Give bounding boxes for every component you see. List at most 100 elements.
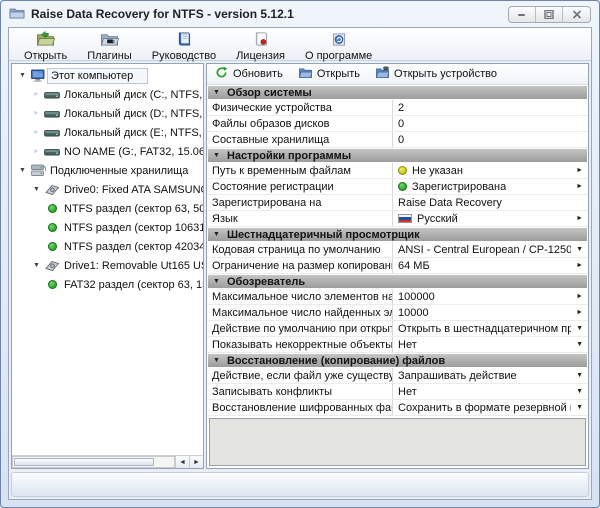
- chevron-down-icon[interactable]: ▼: [30, 256, 43, 275]
- chevron-down-icon[interactable]: ▼: [576, 325, 583, 332]
- property-value: 10000 ►: [398, 306, 583, 319]
- refresh-icon: [215, 66, 228, 82]
- tree-item-drive1[interactable]: ▼ Drive1: Removable Ut165 USB USB2FlashS…: [12, 256, 203, 275]
- client-area: Открыть Плагины Руководство Лицензия О п…: [8, 27, 592, 500]
- chevron-right-icon[interactable]: ►: [30, 123, 43, 142]
- main-toolbar: Открыть Плагины Руководство Лицензия О п…: [9, 28, 591, 62]
- refresh-button[interactable]: Обновить: [215, 66, 283, 82]
- chevron-down-icon[interactable]: ▼: [576, 372, 583, 379]
- scroll-right-button[interactable]: ►: [189, 456, 203, 468]
- main-area: ▼ Этот компьютер ► Локальный диск (C:, N…: [9, 61, 591, 471]
- title-bar[interactable]: Raise Data Recovery for NTFS - version 5…: [1, 1, 599, 27]
- horizontal-scrollbar[interactable]: ◄ ►: [12, 455, 203, 468]
- property-label: Максимальное число элементов на странице: [207, 289, 393, 304]
- scrollbar-track[interactable]: [12, 456, 175, 468]
- chevron-down-icon[interactable]: ▼: [576, 341, 583, 348]
- tree-item-no-name[interactable]: ► NO NAME (G:, FAT32, 15.06ГБ): [12, 142, 203, 161]
- scrollbar-thumb[interactable]: [14, 458, 155, 466]
- section-header-system-overview[interactable]: ▼ Обзор системы: [208, 86, 587, 99]
- minimize-button[interactable]: [509, 6, 536, 22]
- property-row-temp-files-path[interactable]: Путь к временным файлам Не указан ►: [207, 163, 588, 179]
- tree-item-fat32-partition[interactable]: FAT32 раздел (сектор 63, 15.06ГБ): [12, 275, 203, 294]
- hard-disk-icon: [43, 259, 61, 272]
- tree-item-disk-c[interactable]: ► Локальный диск (C:, NTFS, 50.69ГБ): [12, 85, 203, 104]
- property-row-disk-image-files[interactable]: Файлы образов дисков 0: [207, 116, 588, 132]
- green-partition-bullet: [48, 223, 57, 232]
- green-partition-bullet: [48, 242, 57, 251]
- property-value: 0: [398, 117, 405, 130]
- about-button[interactable]: О программе: [298, 29, 379, 62]
- chevron-down-icon: ▼: [213, 357, 220, 364]
- section-header-explorer[interactable]: ▼ Обозреватель: [208, 275, 587, 288]
- property-row-file-exists-action[interactable]: Действие, если файл уже существует Запра…: [207, 368, 588, 384]
- property-grid: ▼ Обзор системы Физические устройства 2 …: [207, 85, 588, 416]
- property-row-default-codepage[interactable]: Кодовая страница по умолчанию ANSI - Cen…: [207, 242, 588, 258]
- chevron-right-icon[interactable]: ►: [30, 85, 43, 104]
- property-row-max-found-items[interactable]: Максимальное число найденных элементов в…: [207, 305, 588, 321]
- chevron-right-icon[interactable]: ►: [576, 262, 583, 269]
- tree-item-connected-storages[interactable]: ▼ Подключенные хранилища: [12, 161, 203, 180]
- tree-item-ntfs-partition-1[interactable]: NTFS раздел (сектор 63, 50.69ГБ): [12, 199, 203, 218]
- property-row-show-invalid-objects[interactable]: Показывать некорректные объекты Нет ▼: [207, 337, 588, 353]
- chevron-down-icon[interactable]: ▼: [16, 66, 29, 85]
- scroll-left-button[interactable]: ◄: [175, 456, 189, 468]
- tree-item-disk-e[interactable]: ► Локальный диск (E:, NTFS, 97.65ГБ): [12, 123, 203, 142]
- property-value: 100000 ►: [398, 290, 583, 303]
- property-label: Восстановление шифрованных файлов на NTF…: [207, 400, 393, 415]
- close-button[interactable]: [563, 7, 590, 22]
- property-label: Показывать некорректные объекты: [207, 337, 393, 352]
- property-row-copy-size-limit[interactable]: Ограничение на размер копирования 64 МБ …: [207, 258, 588, 274]
- section-title: Шестнадцатеричный просмотрщик: [226, 228, 420, 241]
- russian-flag-icon: [398, 214, 412, 223]
- section-header-hex-viewer[interactable]: ▼ Шестнадцатеричный просмотрщик: [208, 228, 587, 241]
- license-book-icon: [251, 31, 271, 51]
- tree-item-this-computer[interactable]: ▼ Этот компьютер: [12, 66, 203, 85]
- maximize-button[interactable]: [536, 6, 563, 22]
- section-header-program-settings[interactable]: ▼ Настройки программы: [208, 149, 587, 162]
- open-device-button[interactable]: Открыть устройство: [376, 66, 497, 82]
- property-row-registration-state[interactable]: Состояние регистрации Зарегистрирована ►: [207, 179, 588, 195]
- manual-book-icon: [174, 31, 194, 51]
- chevron-right-icon[interactable]: ►: [30, 142, 43, 161]
- property-row-language[interactable]: Язык Русский ►: [207, 211, 588, 227]
- property-label: Ограничение на размер копирования: [207, 258, 393, 273]
- open-button[interactable]: Открыть: [17, 29, 74, 62]
- property-label: Действие, если файл уже существует: [207, 368, 393, 383]
- chevron-right-icon[interactable]: ►: [576, 293, 583, 300]
- property-row-max-items-per-page[interactable]: Максимальное число элементов на странице…: [207, 289, 588, 305]
- disk-drive-icon: [43, 146, 61, 158]
- chevron-down-icon[interactable]: ▼: [576, 404, 583, 411]
- property-row-encrypted-files-recovery[interactable]: Восстановление шифрованных файлов на NTF…: [207, 400, 588, 416]
- property-value: Открыть в шестнадцатеричном просмотрщике…: [398, 322, 583, 335]
- license-button[interactable]: Лицензия: [229, 29, 292, 62]
- tree-item-disk-d[interactable]: ► Локальный диск (D:, NTFS, 149.73ГБ): [12, 104, 203, 123]
- chevron-down-icon[interactable]: ▼: [576, 246, 583, 253]
- chevron-down-icon: ▼: [213, 152, 220, 159]
- chevron-right-icon[interactable]: ►: [30, 104, 43, 123]
- property-row-physical-devices[interactable]: Физические устройства 2: [207, 100, 588, 116]
- tree-item-ntfs-partition-2[interactable]: NTFS раздел (сектор 106318233, 149.73ГБ): [12, 218, 203, 237]
- chevron-right-icon[interactable]: ►: [576, 215, 583, 222]
- property-label: Зарегистрирована на: [207, 195, 393, 210]
- chevron-down-icon: ▼: [213, 278, 220, 285]
- tree-item-drive0[interactable]: ▼ Drive0: Fixed ATA SAMSUNG HD321KJ: [12, 180, 203, 199]
- open-device-button-label: Открыть устройство: [394, 68, 497, 80]
- plugins-button[interactable]: Плагины: [80, 29, 139, 62]
- property-row-log-conflicts[interactable]: Записывать конфликты Нет ▼: [207, 384, 588, 400]
- property-value: 0: [398, 133, 405, 146]
- description-panel: [209, 418, 586, 466]
- panel-open-button[interactable]: Открыть: [298, 66, 360, 82]
- manual-button[interactable]: Руководство: [145, 29, 223, 62]
- chevron-down-icon[interactable]: ▼: [30, 180, 43, 199]
- chevron-down-icon[interactable]: ▼: [576, 388, 583, 395]
- section-header-file-recovery[interactable]: ▼ Восстановление (копирование) файлов: [208, 354, 587, 367]
- property-row-registered-to[interactable]: Зарегистрирована на Raise Data Recovery: [207, 195, 588, 211]
- chevron-right-icon[interactable]: ►: [576, 167, 583, 174]
- chevron-right-icon[interactable]: ►: [576, 183, 583, 190]
- property-row-default-open-action[interactable]: Действие по умолчанию при открытии файла…: [207, 321, 588, 337]
- chevron-right-icon[interactable]: ►: [576, 309, 583, 316]
- tree-item-label: Этот компьютер: [47, 67, 149, 84]
- tree-item-ntfs-partition-3[interactable]: NTFS раздел (сектор 420340788, 97.65ГБ): [12, 237, 203, 256]
- property-row-compound-storages[interactable]: Составные хранилища 0: [207, 132, 588, 148]
- chevron-down-icon[interactable]: ▼: [16, 161, 29, 180]
